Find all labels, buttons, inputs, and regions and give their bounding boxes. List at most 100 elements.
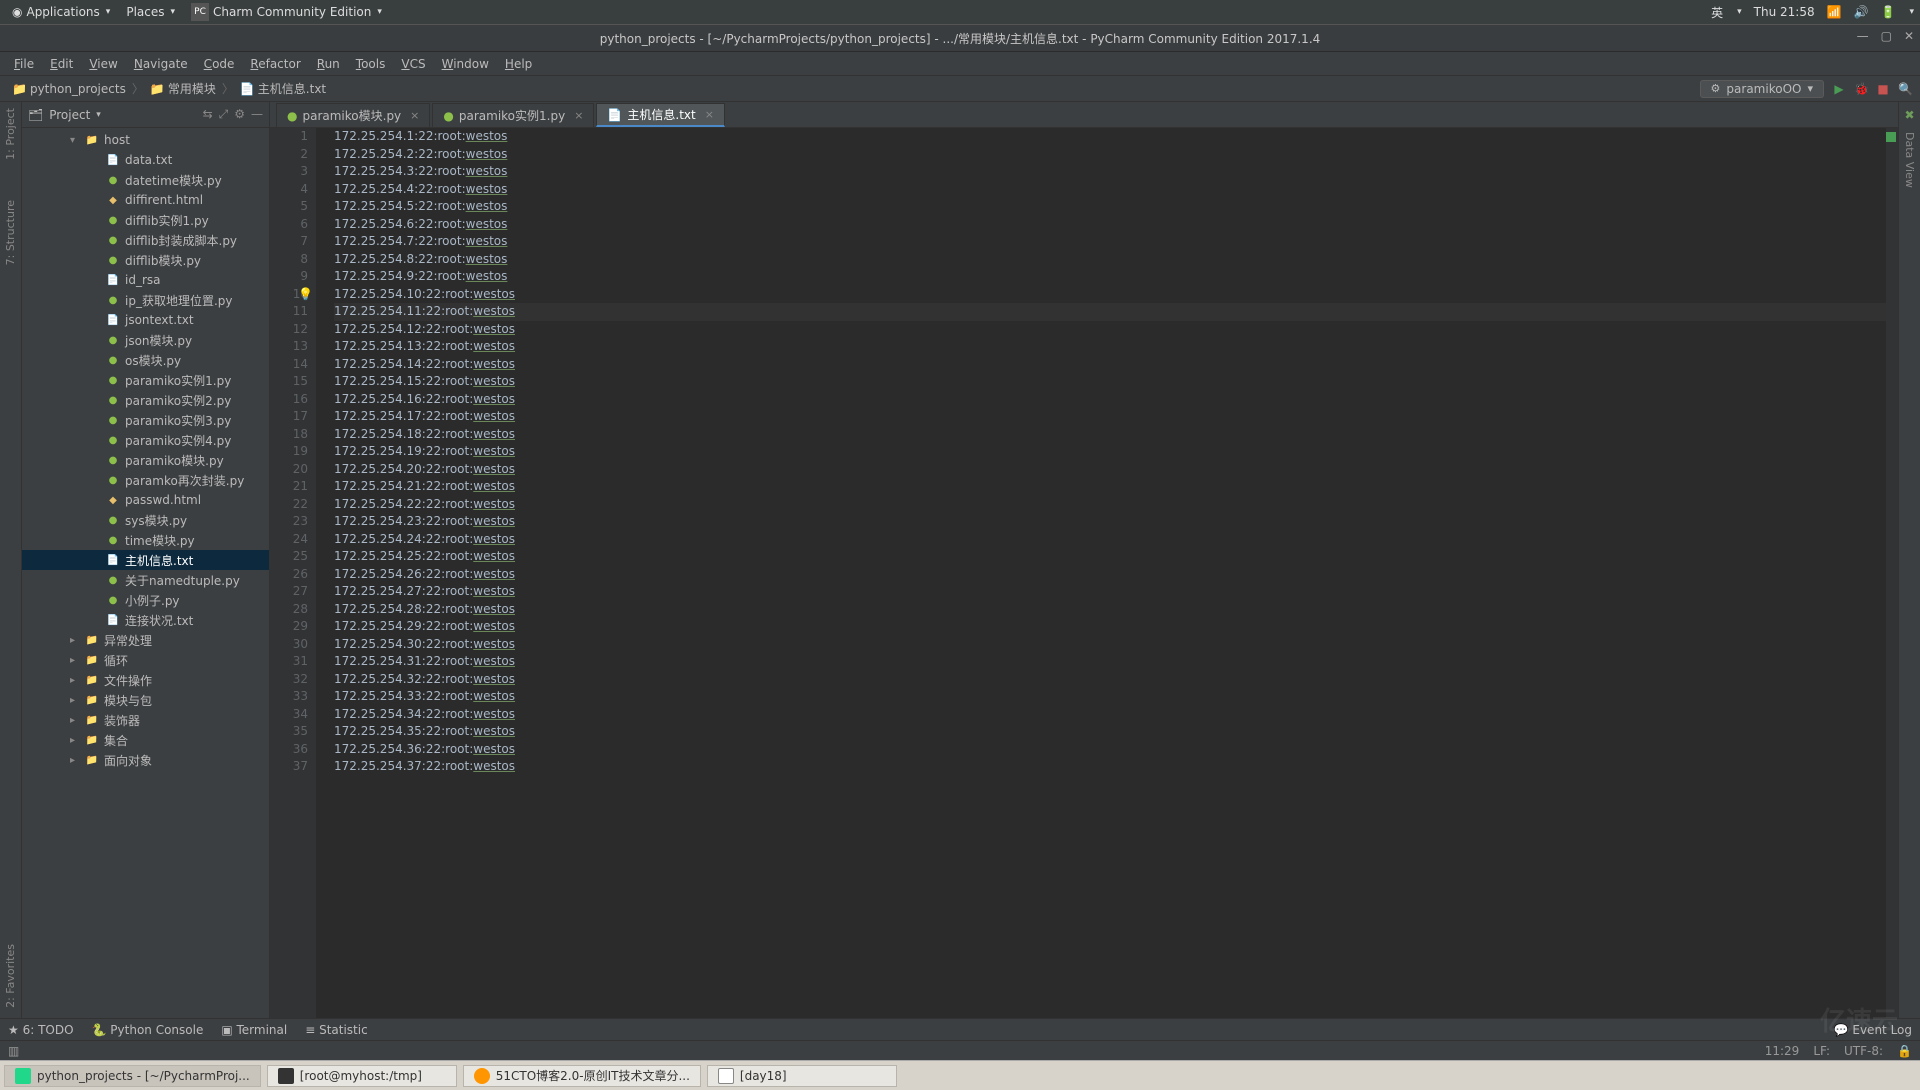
desktop-top-bar: ◉ Applications▾ Places▾ PCCharm Communit… bbox=[0, 0, 1920, 24]
tree-file[interactable]: 📄连接状况.txt bbox=[22, 610, 269, 630]
stop-button[interactable]: ■ bbox=[1876, 82, 1890, 96]
code-content[interactable]: 172.25.254.1:22:root:westos172.25.254.2:… bbox=[316, 128, 1886, 1018]
menu-tools[interactable]: Tools bbox=[350, 55, 392, 73]
menu-run[interactable]: Run bbox=[311, 55, 346, 73]
maximize-button[interactable]: ▢ bbox=[1881, 29, 1892, 43]
tab-close-icon[interactable]: × bbox=[410, 109, 419, 122]
caret-position: 11:29 bbox=[1765, 1044, 1800, 1058]
python-console-tool-button[interactable]: 🐍 Python Console bbox=[92, 1023, 204, 1037]
tree-file[interactable]: ●关于namedtuple.py bbox=[22, 570, 269, 590]
project-tree[interactable]: ▾📁host📄data.txt●datetime模块.py◆diffirent.… bbox=[22, 128, 269, 1018]
tree-file[interactable]: ●time模块.py bbox=[22, 530, 269, 550]
tree-file[interactable]: ●paramiko实例1.py bbox=[22, 370, 269, 390]
favorites-tool-button[interactable]: 2: Favorites bbox=[4, 944, 17, 1008]
tree-file[interactable]: ●paramiko实例3.py bbox=[22, 410, 269, 430]
breadcrumb[interactable]: 📄 主机信息.txt bbox=[236, 80, 330, 97]
tab-close-icon[interactable]: × bbox=[705, 108, 714, 121]
tree-file[interactable]: ●paramiko实例4.py bbox=[22, 430, 269, 450]
event-log-button[interactable]: 💬 Event Log bbox=[1834, 1023, 1912, 1037]
tree-folder[interactable]: ▸📁模块与包 bbox=[22, 690, 269, 710]
tool-window-quick-access[interactable]: ▥ bbox=[8, 1044, 19, 1058]
menu-code[interactable]: Code bbox=[198, 55, 241, 73]
project-pane-header: 🗂Project▾ ⇆ ⤢ ⚙ — bbox=[22, 102, 269, 128]
tree-file[interactable]: ●ip_获取地理位置.py bbox=[22, 290, 269, 310]
menu-file[interactable]: File bbox=[8, 55, 40, 73]
editor-tab[interactable]: ●paramiko模块.py× bbox=[276, 103, 430, 127]
menu-window[interactable]: Window bbox=[436, 55, 495, 73]
terminal-tool-button[interactable]: ▣ Terminal bbox=[221, 1023, 287, 1037]
intention-bulb-icon[interactable]: 💡 bbox=[298, 286, 313, 304]
active-app-indicator[interactable]: PCCharm Community Edition▾ bbox=[185, 1, 388, 23]
menu-edit[interactable]: Edit bbox=[44, 55, 79, 73]
tree-file[interactable]: ●os模块.py bbox=[22, 350, 269, 370]
close-panel-icon[interactable]: ✖ bbox=[1904, 108, 1914, 122]
collapse-all-icon[interactable]: ⤢ bbox=[219, 107, 229, 122]
left-tool-stripe: 1: Project 7: Structure 2: Favorites bbox=[0, 102, 22, 1018]
tree-file[interactable]: 📄jsontext.txt bbox=[22, 310, 269, 330]
menu-refactor[interactable]: Refactor bbox=[244, 55, 306, 73]
menu-view[interactable]: View bbox=[83, 55, 123, 73]
tree-file[interactable]: 📄id_rsa bbox=[22, 270, 269, 290]
tab-close-icon[interactable]: × bbox=[574, 109, 583, 122]
readonly-lock-icon[interactable]: 🔒 bbox=[1897, 1044, 1912, 1058]
tree-file[interactable]: ●difflib模块.py bbox=[22, 250, 269, 270]
volume-icon[interactable]: 🔊 bbox=[1854, 5, 1869, 19]
tree-file[interactable]: ●paramko再次封装.py bbox=[22, 470, 269, 490]
wifi-icon[interactable]: 📶 bbox=[1827, 5, 1842, 19]
clock[interactable]: Thu 21:58 bbox=[1754, 5, 1815, 19]
minimize-button[interactable]: — bbox=[1857, 29, 1869, 43]
tree-file[interactable]: ●sys模块.py bbox=[22, 510, 269, 530]
hide-icon[interactable]: — bbox=[251, 107, 263, 122]
tree-folder[interactable]: ▸📁异常处理 bbox=[22, 630, 269, 650]
tree-file[interactable]: 📄主机信息.txt bbox=[22, 550, 269, 570]
search-everywhere-icon[interactable]: 🔍 bbox=[1898, 82, 1912, 96]
run-button[interactable]: ▶ bbox=[1832, 82, 1846, 96]
gutter: 1234567891011121314151617181920212223242… bbox=[270, 128, 316, 1018]
applications-menu[interactable]: ◉ Applications▾ bbox=[6, 3, 116, 21]
tree-file[interactable]: ◆passwd.html bbox=[22, 490, 269, 510]
tree-file[interactable]: ●paramiko模块.py bbox=[22, 450, 269, 470]
tree-file[interactable]: ●json模块.py bbox=[22, 330, 269, 350]
editor-tab[interactable]: ●paramiko实例1.py× bbox=[432, 103, 594, 127]
taskbar-firefox[interactable]: 51CTO博客2.0-原创IT技术文章分... bbox=[463, 1065, 701, 1087]
tree-file[interactable]: ●difflib实例1.py bbox=[22, 210, 269, 230]
ime-indicator[interactable]: 英 bbox=[1711, 4, 1723, 21]
taskbar-terminal[interactable]: [root@myhost:/tmp] bbox=[267, 1065, 457, 1087]
tree-file[interactable]: ●小例子.py bbox=[22, 590, 269, 610]
debug-button[interactable]: 🐞 bbox=[1854, 82, 1868, 96]
editor[interactable]: 1234567891011121314151617181920212223242… bbox=[270, 128, 1898, 1018]
tree-folder[interactable]: ▾📁host bbox=[22, 130, 269, 150]
editor-tab[interactable]: 📄主机信息.txt× bbox=[596, 103, 725, 127]
file-encoding[interactable]: UTF-8: bbox=[1844, 1044, 1883, 1058]
tree-file[interactable]: ●difflib封装成脚本.py bbox=[22, 230, 269, 250]
menu-navigate[interactable]: Navigate bbox=[128, 55, 194, 73]
data-view-tool-button[interactable]: Data View bbox=[1903, 132, 1916, 188]
places-menu[interactable]: Places▾ bbox=[120, 3, 181, 21]
close-button[interactable]: ✕ bbox=[1904, 29, 1914, 43]
line-separator[interactable]: LF: bbox=[1813, 1044, 1830, 1058]
tree-folder[interactable]: ▸📁文件操作 bbox=[22, 670, 269, 690]
tree-folder[interactable]: ▸📁循环 bbox=[22, 650, 269, 670]
menu-help[interactable]: Help bbox=[499, 55, 538, 73]
statistic-tool-button[interactable]: ≡ Statistic bbox=[305, 1023, 367, 1037]
run-config-selector[interactable]: ⚙ paramikoOO ▾ bbox=[1700, 80, 1824, 98]
menu-vcs[interactable]: VCS bbox=[395, 55, 431, 73]
breadcrumb[interactable]: 📁 常用模块 bbox=[146, 80, 220, 97]
battery-icon[interactable]: 🔋 bbox=[1881, 5, 1896, 19]
scroll-to-source-icon[interactable]: ⇆ bbox=[203, 107, 213, 122]
taskbar-pycharm[interactable]: python_projects - [~/PycharmProj... bbox=[4, 1065, 261, 1087]
tree-file[interactable]: ●paramiko实例2.py bbox=[22, 390, 269, 410]
breadcrumb[interactable]: 📁 python_projects bbox=[8, 82, 130, 96]
system-menu[interactable]: ▾ bbox=[1909, 7, 1914, 17]
project-tool-button[interactable]: 1: Project bbox=[4, 108, 17, 160]
todo-tool-button[interactable]: ★ 6: TODO bbox=[8, 1023, 74, 1037]
tree-file[interactable]: ◆diffirent.html bbox=[22, 190, 269, 210]
structure-tool-button[interactable]: 7: Structure bbox=[4, 200, 17, 265]
tree-folder[interactable]: ▸📁面向对象 bbox=[22, 750, 269, 770]
tree-folder[interactable]: ▸📁装饰器 bbox=[22, 710, 269, 730]
tree-file[interactable]: 📄data.txt bbox=[22, 150, 269, 170]
taskbar-document[interactable]: [day18] bbox=[707, 1065, 897, 1087]
tree-file[interactable]: ●datetime模块.py bbox=[22, 170, 269, 190]
settings-icon[interactable]: ⚙ bbox=[234, 107, 245, 122]
tree-folder[interactable]: ▸📁集合 bbox=[22, 730, 269, 750]
